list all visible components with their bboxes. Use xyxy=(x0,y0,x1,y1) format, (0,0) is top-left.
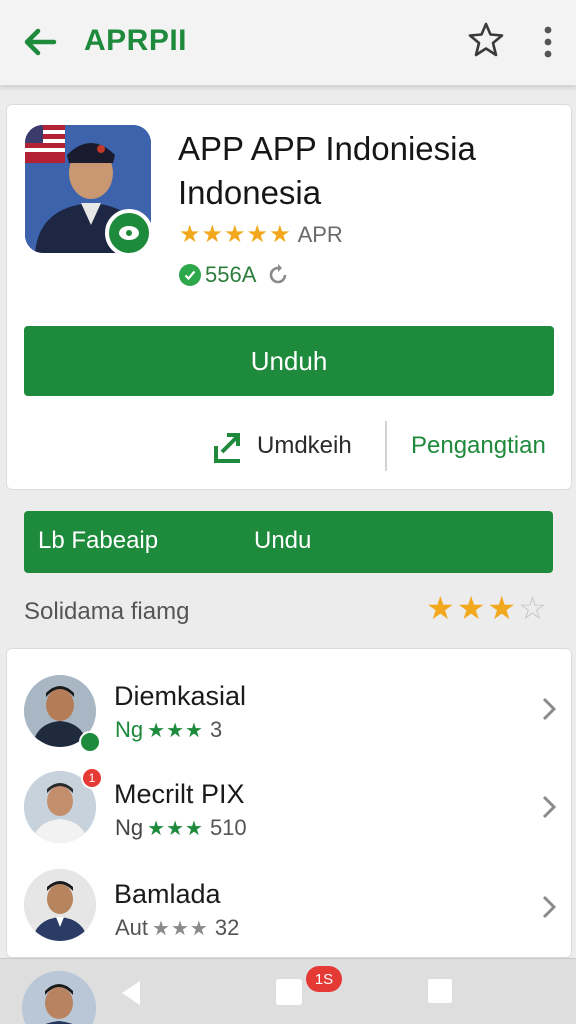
nav-recents-icon[interactable] xyxy=(428,979,452,1003)
star-icon: ★ xyxy=(147,817,166,840)
star-icon: ★ xyxy=(487,590,517,626)
rating-label: APR xyxy=(297,222,343,247)
star-icon: ★ xyxy=(456,590,486,626)
section-title: Solidama fiamg xyxy=(24,598,190,625)
refresh-icon xyxy=(270,264,287,284)
star-icon: ★ xyxy=(269,221,291,248)
star-icon: ★ xyxy=(246,221,269,248)
star-icon: ★ xyxy=(201,221,224,248)
more-options-button[interactable] xyxy=(534,22,562,62)
list-item-meta: Ng ★ ★ ★ 3 xyxy=(115,717,222,743)
app-bar-title: APRPII xyxy=(84,24,188,57)
list-item-prefix: Aut xyxy=(115,915,149,940)
list-item-name: Diemkasial xyxy=(114,681,247,711)
favorite-button[interactable] xyxy=(466,20,506,60)
notification-badge: 1S xyxy=(306,966,342,992)
star-icon: ★ xyxy=(170,917,189,940)
install-button[interactable]: Unduh xyxy=(24,326,554,396)
notification-badge: 1 xyxy=(81,767,103,789)
list-item[interactable]: 1 Mecrilt PIX Ng ★ ★ ★ 510 xyxy=(7,759,571,859)
chevron-right-icon xyxy=(542,795,557,819)
check-circle-icon xyxy=(179,264,201,286)
verified-badge-icon xyxy=(105,209,153,257)
star-icon: ★ xyxy=(426,590,455,626)
chevron-right-icon xyxy=(542,697,557,721)
avatar[interactable] xyxy=(22,971,96,1024)
more-vertical-icon xyxy=(544,26,552,58)
list-item-meta: Aut ★ ★ ★ 32 xyxy=(115,915,239,941)
avatar xyxy=(24,869,96,941)
action-divider xyxy=(385,421,387,471)
list-item-count: 510 xyxy=(209,815,247,840)
list-item-prefix: Ng xyxy=(115,717,144,742)
list-item-name: Bamlada xyxy=(114,879,221,909)
list-item-count: 32 xyxy=(214,915,240,940)
user-list: Diemkasial Ng ★ ★ ★ 3 1 Mecrilt PIX Ng ★… xyxy=(6,648,572,958)
chevron-right-icon xyxy=(542,895,557,919)
star-icon: ★ xyxy=(185,817,203,840)
section-rating[interactable]: ★ ★ ★ ☆ xyxy=(426,590,549,626)
list-item[interactable]: Bamlada Aut ★ ★ ★ 32 xyxy=(7,859,571,957)
app-name: APP APP Indoniesia Indonesia xyxy=(178,130,476,211)
star-icon: ★ xyxy=(152,917,170,940)
app-details-card: APP APP Indoniesia Indonesia ★ ★ ★ ★ ★ A… xyxy=(6,104,572,490)
downloads-count: 556A xyxy=(205,262,257,287)
secondary-left-label: Lb Fabeaip xyxy=(38,527,159,554)
arrow-left-icon xyxy=(24,28,57,56)
star-outline-icon: ☆ xyxy=(518,590,547,626)
back-button[interactable] xyxy=(18,20,62,64)
system-nav-bar xyxy=(0,958,576,1024)
online-status-icon xyxy=(79,731,101,753)
downloads-row: 556A xyxy=(179,261,290,289)
list-item-name: Mecrilt PIX xyxy=(114,779,245,809)
secondary-right-label: Undu xyxy=(254,527,312,554)
app-rating: ★ ★ ★ ★ ★ APR xyxy=(179,221,343,249)
star-icon: ★ xyxy=(179,221,201,248)
share-icon xyxy=(214,433,240,463)
app-bar: APRPII xyxy=(0,0,576,86)
list-item-count: 3 xyxy=(209,717,223,742)
nav-back-icon[interactable] xyxy=(118,979,144,1007)
list-item-meta: Ng ★ ★ ★ 510 xyxy=(115,815,247,841)
star-icon: ★ xyxy=(189,917,208,940)
nav-home-icon[interactable] xyxy=(276,979,302,1005)
star-icon: ★ xyxy=(166,719,184,742)
star-icon: ★ xyxy=(224,221,246,248)
list-item-prefix: Ng xyxy=(115,815,144,840)
list-item[interactable]: Diemkasial Ng ★ ★ ★ 3 xyxy=(7,659,571,759)
settings-link[interactable]: Pengangtian xyxy=(411,423,546,469)
secondary-action-bar[interactable]: Lb Fabeaip Undu xyxy=(24,511,553,573)
star-icon: ★ xyxy=(147,719,166,742)
share-label: Umdkeih xyxy=(257,432,352,459)
share-button[interactable]: Umdkeih xyxy=(213,423,352,469)
star-icon: ★ xyxy=(185,719,203,742)
star-icon: ★ xyxy=(166,817,184,840)
star-outline-icon xyxy=(468,22,504,57)
